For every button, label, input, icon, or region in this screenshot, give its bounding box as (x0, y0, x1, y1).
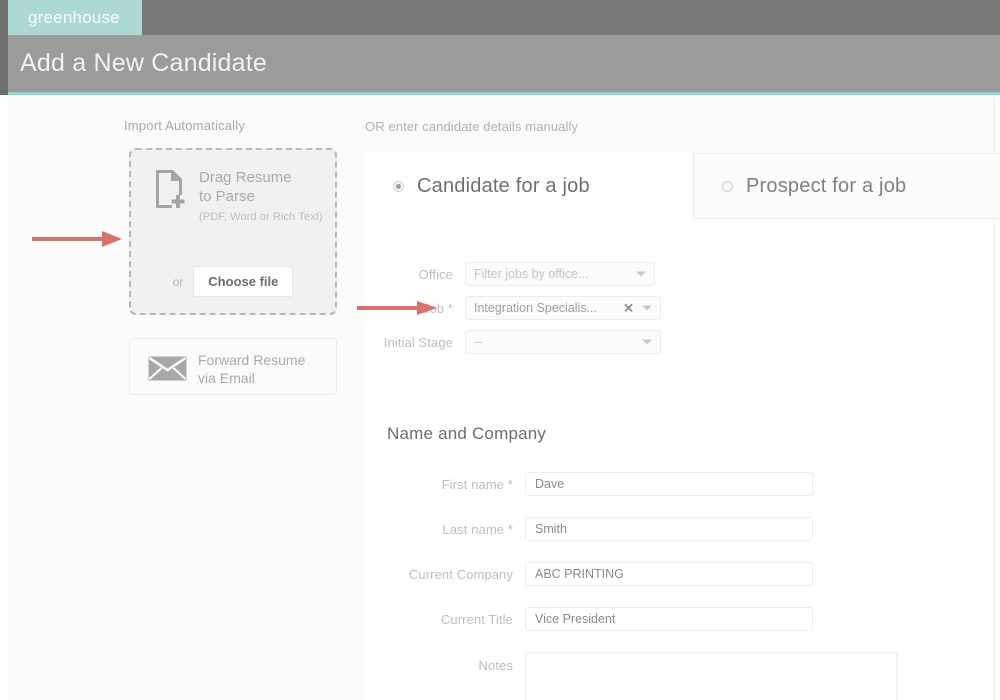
name-and-company-heading: Name and Company (387, 424, 547, 443)
import-automatically-heading: Import Automatically (124, 118, 246, 133)
current-title-value: Vice President (535, 612, 616, 626)
envelope-icon (148, 356, 187, 381)
initial-stage-select-value: -- (474, 335, 483, 349)
initial-stage-select[interactable]: -- (465, 330, 661, 354)
arrow-to-job-field (355, 298, 441, 323)
chevron-down-icon (642, 305, 652, 311)
current-company-input[interactable]: ABC PRINTING (525, 562, 813, 586)
last-name-input[interactable]: Smith (525, 517, 813, 541)
resume-dropzone[interactable]: Drag Resume to Parse (PDF, Word or Rich … (129, 148, 337, 315)
last-name-label: Last name * (442, 521, 513, 537)
office-select-value: Filter jobs by office... (474, 267, 589, 281)
field-row-last-name: Last name * Smith (387, 517, 857, 541)
first-name-value: Dave (535, 477, 565, 491)
dropzone-footer: or Choose file (131, 266, 335, 297)
chevron-down-icon (642, 339, 652, 345)
current-title-label: Current Title (440, 611, 513, 627)
teal-accent-rule (8, 92, 1000, 95)
page-title-bar: Add a New Candidate (8, 35, 1000, 92)
field-row-initial-stage: Initial Stage -- (365, 330, 665, 354)
dropzone-title: Drag Resume to Parse (199, 168, 292, 206)
notes-label: Notes (478, 658, 513, 673)
tab-candidate-for-a-job[interactable]: Candidate for a job (365, 153, 693, 219)
dropzone-title-line2: to Parse (199, 188, 255, 205)
clear-job-icon[interactable]: ✕ (623, 302, 634, 315)
job-select[interactable]: Integration Specialis... ✕ (465, 296, 661, 320)
greenhouse-logo[interactable]: greenhouse (8, 0, 142, 35)
field-row-current-title: Current Title Vice President (387, 607, 857, 631)
first-name-input[interactable]: Dave (525, 472, 813, 496)
entry-type-tabs: Candidate for a job Prospect for a job (365, 153, 1000, 219)
field-row-current-company: Current Company ABC PRINTING (387, 562, 857, 586)
forward-resume-line1: Forward Resume (198, 352, 306, 368)
notes-textarea[interactable] (525, 652, 897, 700)
field-row-notes: Notes (387, 652, 897, 700)
tab-prospect-for-a-job[interactable]: Prospect for a job (693, 153, 1000, 219)
current-company-label: Current Company (408, 566, 513, 582)
field-row-office: Office Filter jobs by office... (365, 262, 665, 286)
top-navigation-bar (8, 0, 1000, 35)
page-title: Add a New Candidate (20, 49, 268, 77)
current-company-value: ABC PRINTING (535, 567, 624, 581)
tab-candidate-label: Candidate for a job (417, 174, 590, 197)
initial-stage-label: Initial Stage (383, 334, 453, 350)
arrow-to-dropzone (30, 228, 126, 255)
logo-text: greenhouse (28, 7, 120, 27)
dropzone-formats-note: (PDF, Word or Rich Text) (199, 211, 323, 223)
app-root: greenhouse Add a New Candidate Import Au… (0, 0, 1000, 700)
forward-resume-line2: via Email (198, 370, 255, 386)
office-label: Office (418, 266, 453, 282)
window-left-edge-strip (0, 0, 8, 95)
tab-prospect-label: Prospect for a job (746, 174, 907, 197)
field-row-first-name: First name * Dave (387, 472, 857, 496)
dropzone-or-text: or (172, 274, 184, 289)
choose-file-button[interactable]: Choose file (193, 266, 294, 297)
manual-entry-heading: OR enter candidate details manually (365, 119, 579, 134)
chevron-down-icon (636, 271, 646, 277)
current-title-input[interactable]: Vice President (525, 607, 813, 631)
radio-candidate-icon[interactable] (393, 180, 404, 192)
office-select[interactable]: Filter jobs by office... (465, 262, 655, 286)
first-name-label: First name * (441, 476, 513, 492)
dropzone-title-line1: Drag Resume (199, 169, 292, 186)
document-plus-icon (153, 168, 189, 210)
window-left-margin (0, 95, 8, 700)
forward-resume-label: Forward Resume via Email (198, 351, 305, 387)
candidate-form-panel: Office Filter jobs by office... Job * In… (365, 219, 994, 700)
last-name-value: Smith (535, 522, 567, 536)
job-select-value: Integration Specialis... (474, 301, 597, 315)
forward-resume-via-email-card[interactable]: Forward Resume via Email (129, 338, 337, 395)
radio-prospect-icon[interactable] (722, 180, 733, 192)
